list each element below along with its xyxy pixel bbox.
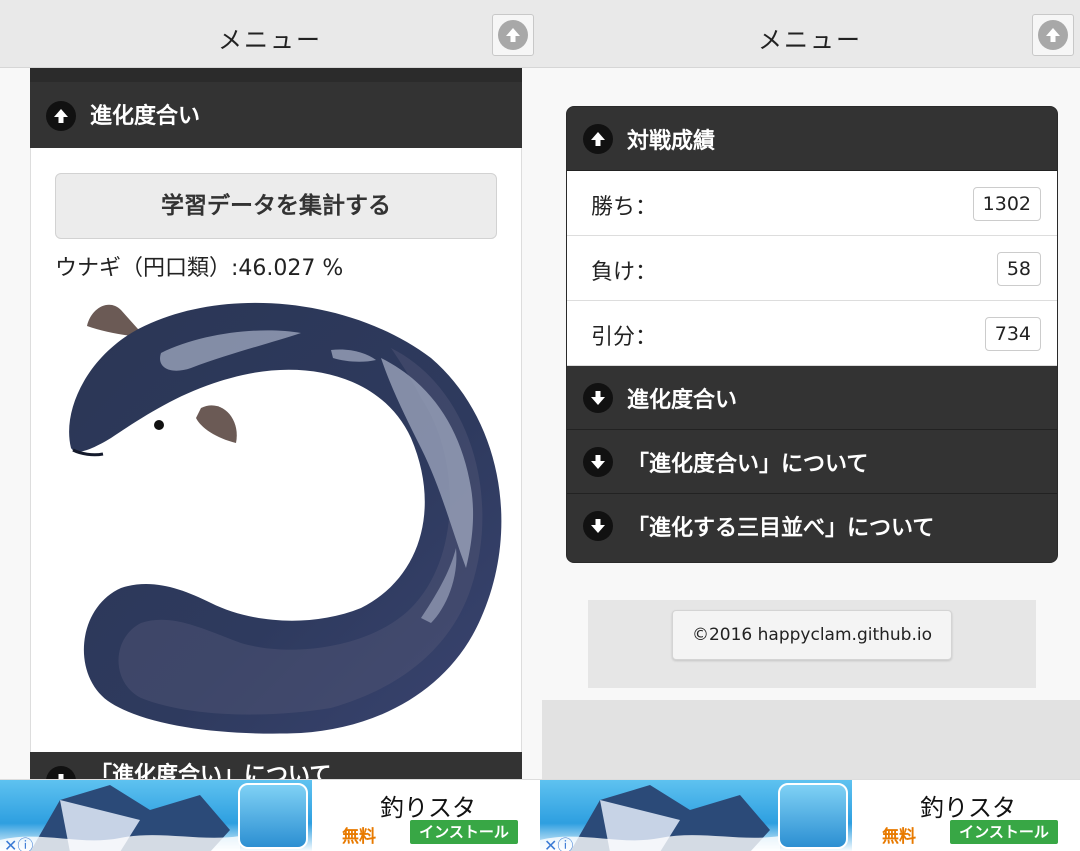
menu-title[interactable]: メニュー [0,20,540,55]
stats-title: 対戦成績 [627,129,716,154]
scroll-top-icon [1038,20,1068,50]
page-footer: ©2016 happyclam.github.io [588,600,1036,688]
ad-free-label: 無料 [342,827,376,847]
stat-row-wins: 勝ち： 1302 [567,171,1057,236]
copyright-link[interactable]: ©2016 happyclam.github.io [672,610,952,660]
left-screen: メニュー 進化度合い 学習データを集計する ウナギ（円口類）:46.027 % [0,0,540,851]
stat-label: 勝ち： [591,195,658,220]
accordion-about-evolution[interactable]: 「進化度合い」について [567,430,1057,494]
stats-panel: 対戦成績 勝ち： 1302 負け： 58 引分： 734 進化度合い 「進化度合… [566,106,1058,563]
eel-illustration [69,302,502,734]
aggregate-button[interactable]: 学習データを集計する [55,173,497,239]
accordion-evolution[interactable]: 進化度合い [567,366,1057,430]
ad-install-button[interactable]: インストール [410,820,518,844]
ad-banner[interactable]: 釣りスタ 無料 インストール ✕ⓘ [0,779,540,851]
scroll-top-button[interactable] [1032,14,1074,56]
blank-area [542,700,1080,780]
stat-label: 負け： [591,260,658,285]
ad-title: 釣りスタ [920,794,1016,822]
section-header-evolution[interactable]: 進化度合い [30,68,522,148]
stat-label: 引分： [591,325,658,350]
arrow-up-circle-icon [583,124,613,154]
stat-count: 1302 [972,187,1041,221]
menu-title[interactable]: メニュー [540,20,1080,55]
stats-header[interactable]: 対戦成績 [567,107,1057,171]
ad-free-label: 無料 [882,827,916,847]
ad-title: 釣りスタ [380,794,476,822]
scroll-top-button[interactable] [492,14,534,56]
accordion-label: 「進化度合い」について [627,452,869,477]
accordion-label: 「進化する三目並べ」について [627,516,935,541]
section-body: 学習データを集計する ウナギ（円口類）:46.027 % [30,148,522,758]
arrow-down-circle-icon [583,383,613,413]
section-title: 進化度合い [90,104,201,129]
top-bar: メニュー [0,0,540,68]
stat-count: 734 [984,317,1041,351]
arrow-up-circle-icon [46,101,76,131]
right-screen: メニュー 対戦成績 勝ち： 1302 負け： 58 引分： 734 進化度合い … [540,0,1080,851]
ad-app-icon[interactable] [238,783,308,849]
stat-row-draws: 引分： 734 [567,301,1057,366]
stat-count: 58 [996,252,1041,286]
top-bar: メニュー [540,0,1080,68]
arrow-down-circle-icon [583,447,613,477]
accordion-label: 進化度合い [627,388,738,413]
arrow-down-circle-icon [583,511,613,541]
stat-row-losses: 負け： 58 [567,236,1057,301]
adchoices-icon[interactable]: ✕ⓘ [544,832,573,851]
ad-banner[interactable]: 釣りスタ 無料 インストール ✕ⓘ [540,779,1080,851]
ad-app-icon[interactable] [778,783,848,849]
scroll-top-icon [498,20,528,50]
adchoices-icon[interactable]: ✕ⓘ [4,832,33,851]
accordion-about-game[interactable]: 「進化する三目並べ」について [567,494,1057,558]
ad-install-button[interactable]: インストール [950,820,1058,844]
